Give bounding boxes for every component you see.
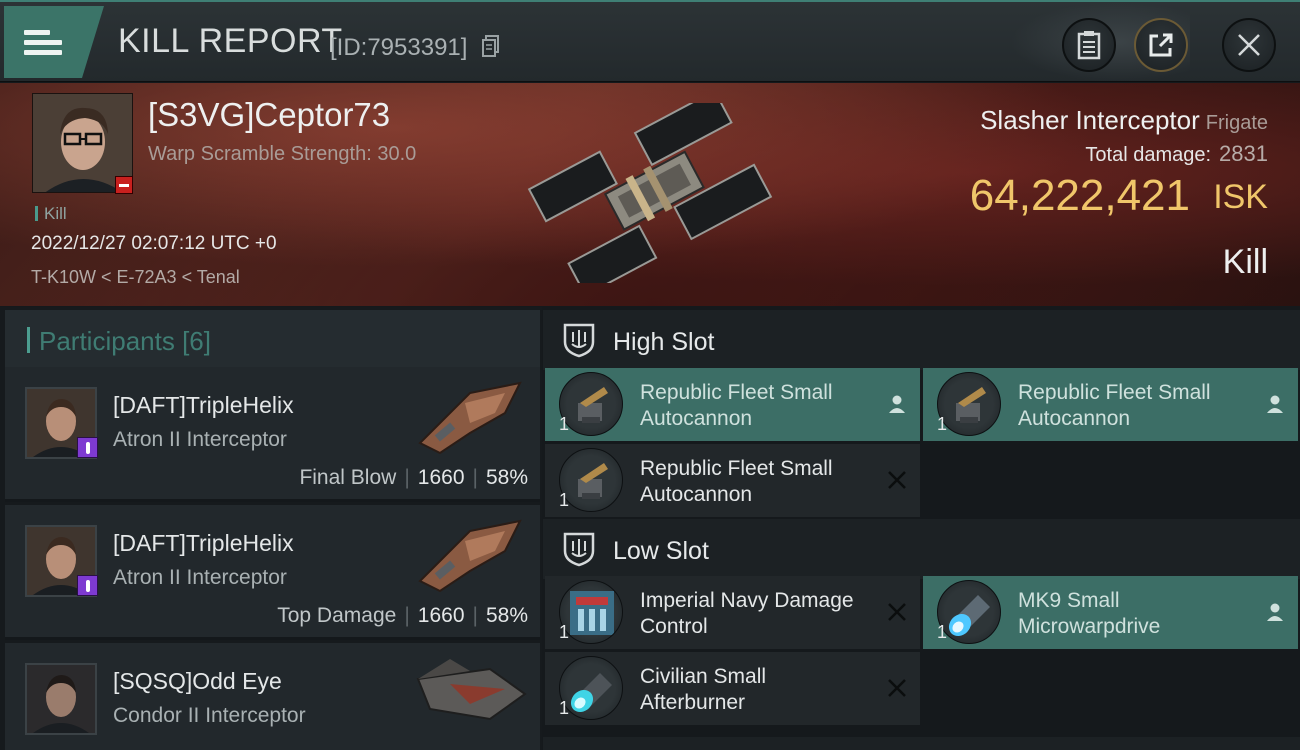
- person-icon: [1267, 395, 1283, 413]
- high-slot-header: High Slot: [543, 310, 1300, 370]
- participants-title: Participants [6]: [39, 326, 211, 356]
- kill-tag: Kill: [35, 204, 67, 224]
- total-damage: Total damage: 2831: [1085, 141, 1268, 167]
- kill-timestamp: 2022/12/27 02:07:12 UTC +0: [31, 233, 277, 254]
- next-slot-header-partial: [543, 737, 1300, 750]
- kill-location[interactable]: T-K10W < E-72A3 < Tenal: [31, 267, 240, 288]
- participant-role: Final Blow: [299, 466, 397, 489]
- share-icon: [1149, 33, 1173, 57]
- victim-name[interactable]: [S3VG]Ceptor73: [148, 96, 390, 134]
- participant-row[interactable]: [DAFT]TripleHelix Atron II Interceptor F…: [5, 367, 540, 502]
- slot-shield-icon: [563, 323, 595, 358]
- participant-ship-image: [418, 519, 522, 593]
- person-icon: [889, 395, 905, 413]
- module-item[interactable]: 1 Republic Fleet Small Autocannon: [923, 368, 1298, 441]
- module-item[interactable]: 1 Republic Fleet Small Autocannon: [545, 444, 920, 517]
- cross-icon: [888, 679, 906, 697]
- victim-banner: [S3VG]Ceptor73 Warp Scramble Strength: 3…: [0, 83, 1300, 306]
- person-icon: [1267, 603, 1283, 621]
- participant-ship-image: [416, 659, 527, 721]
- low-slot-title: Low Slot: [613, 537, 709, 565]
- module-quantity: 1: [559, 698, 570, 718]
- total-damage-value: 2831: [1219, 141, 1268, 166]
- participant-percent: 58%: [485, 466, 528, 489]
- module-name: Imperial Navy Damage Control: [640, 589, 854, 638]
- participant-name: [DAFT]TripleHelix: [113, 530, 294, 556]
- module-quantity: 1: [937, 414, 948, 434]
- module-quantity: 1: [937, 622, 948, 642]
- hostile-flag-icon: [115, 176, 133, 194]
- module-name: Republic Fleet Small Autocannon: [640, 457, 833, 506]
- cross-icon: [888, 471, 906, 489]
- clipboard-icon: [1077, 31, 1101, 60]
- participant-role: Top Damage: [277, 604, 397, 627]
- participant-percent: 58%: [485, 604, 528, 627]
- clipboard-button[interactable]: [1062, 18, 1116, 72]
- close-button[interactable]: [1222, 18, 1276, 72]
- info-badge-icon: [77, 437, 98, 458]
- module-item[interactable]: 1 Civilian Small Afterburner: [545, 652, 920, 725]
- result-label: Kill: [1222, 243, 1268, 281]
- participant-ship: Condor II Interceptor: [113, 704, 306, 727]
- close-icon: [1238, 34, 1260, 56]
- module-quantity: 1: [559, 622, 570, 642]
- module-name: Republic Fleet Small Autocannon: [640, 381, 833, 430]
- high-slot-title: High Slot: [613, 328, 715, 356]
- low-slot-header: Low Slot: [543, 519, 1300, 579]
- victim-ship-image: [527, 103, 773, 283]
- fitting-panel: High Slot 1 Republic Fleet Small Autocan…: [543, 307, 1300, 750]
- module-item[interactable]: 1 Imperial Navy Damage Control: [545, 576, 920, 649]
- ship-class: Frigate: [1205, 112, 1268, 134]
- participant-row[interactable]: [SQSQ]Odd Eye Condor II Interceptor: [5, 643, 540, 750]
- module-name: Republic Fleet Small Autocannon: [1018, 381, 1211, 430]
- isk-value: 64,222,421: [969, 171, 1190, 220]
- participant-damage: 1660: [417, 604, 465, 627]
- participant-ship: Atron II Interceptor: [113, 428, 287, 451]
- slot-shield-icon: [563, 532, 595, 567]
- participant-damage: 1660: [417, 466, 465, 489]
- report-id: [ID:7953391]: [330, 34, 468, 61]
- participant-row[interactable]: [DAFT]TripleHelix Atron II Interceptor T…: [5, 505, 540, 640]
- module-quantity: 1: [559, 414, 570, 434]
- page-title: KILL REPORT: [118, 22, 343, 60]
- participant-ship-image: [418, 381, 522, 455]
- isk-unit: ISK: [1213, 178, 1268, 216]
- participant-stats: Final Blow | 1660 | 58%: [299, 466, 528, 489]
- avatar: [25, 663, 97, 735]
- victim-ship-name[interactable]: Slasher Interceptor Frigate: [980, 105, 1268, 136]
- copy-icon[interactable]: [482, 35, 500, 57]
- menu-button[interactable]: [4, 6, 104, 78]
- participants-panel: Participants [6] [DAFT]TripleHelix Atron…: [0, 307, 542, 750]
- module-item[interactable]: 1 MK9 Small Microwarpdrive: [923, 576, 1298, 649]
- participants-header[interactable]: Participants [6]: [5, 310, 540, 370]
- hamburger-menu-icon: [24, 25, 62, 60]
- cross-icon: [888, 603, 906, 621]
- info-badge-icon: [77, 575, 98, 596]
- participant-stats: Top Damage | 1660 | 58%: [277, 604, 528, 627]
- ship-name-text: Slasher Interceptor: [980, 105, 1200, 135]
- module-name: Civilian Small Afterburner: [640, 665, 767, 714]
- module-item[interactable]: 1 Republic Fleet Small Autocannon: [545, 368, 920, 441]
- participant-ship: Atron II Interceptor: [113, 566, 287, 589]
- participants-accent: [27, 327, 30, 353]
- participant-name: [DAFT]TripleHelix: [113, 392, 294, 418]
- share-button[interactable]: [1134, 18, 1188, 72]
- total-damage-label: Total damage:: [1085, 144, 1212, 166]
- warp-scramble-strength: Warp Scramble Strength: 30.0: [148, 143, 417, 165]
- module-quantity: 1: [559, 490, 570, 510]
- module-name: MK9 Small Microwarpdrive: [1018, 589, 1161, 638]
- top-bar: KILL REPORT [ID:7953391]: [0, 0, 1300, 82]
- participant-name: [SQSQ]Odd Eye: [113, 668, 282, 694]
